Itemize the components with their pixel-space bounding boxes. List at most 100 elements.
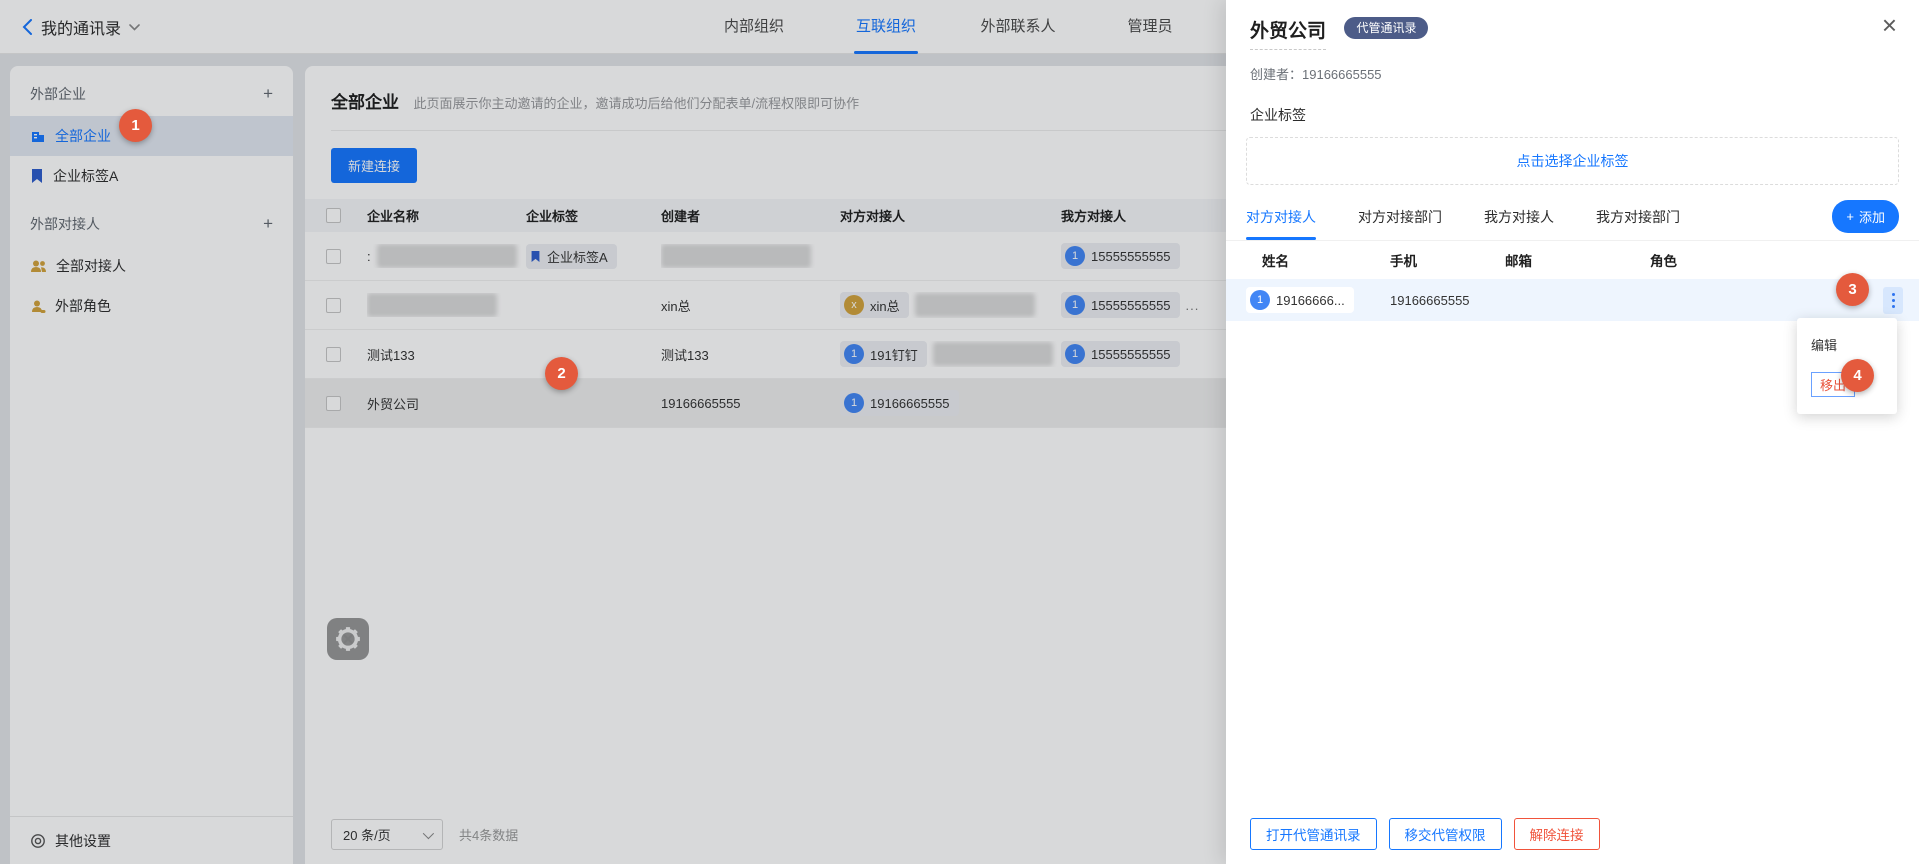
avatar: 1 — [1065, 295, 1085, 315]
our-liaison-chip: 1 15555555555 — [1061, 292, 1180, 318]
page-size-select[interactable]: 20 条/页 — [331, 819, 443, 850]
tab-external-contacts[interactable]: 外部联系人 — [952, 0, 1084, 54]
sidebar-item-label: 全部企业 — [55, 126, 111, 146]
transfer-managed-rights-button[interactable]: 移交代管权限 — [1389, 818, 1502, 850]
col-creator: 创建者 — [661, 206, 840, 225]
tab-our-department[interactable]: 我方对接部门 — [1596, 207, 1680, 240]
panel-header: 外贸公司 代管通讯录 × — [1226, 0, 1919, 50]
menu-item-edit[interactable]: 编辑 — [1797, 326, 1897, 363]
row-more-actions-button[interactable] — [1883, 287, 1903, 314]
new-connection-button[interactable]: 新建连接 — [331, 148, 417, 183]
liaison-phone: 15555555555 — [1091, 249, 1171, 264]
contact-phone: 19166665555 — [1390, 293, 1470, 308]
blurred-company-name — [367, 293, 497, 317]
tab-our-liaison[interactable]: 我方对接人 — [1484, 207, 1554, 240]
panel-title: 外贸公司 — [1250, 16, 1326, 50]
open-managed-contacts-button[interactable]: 打开代管通讯录 — [1250, 818, 1377, 850]
creator-name: xin总 — [661, 296, 691, 315]
overflow-indicator: ... — [1186, 298, 1200, 313]
contact-row[interactable]: 1 19166666... 19166665555 — [1226, 279, 1919, 321]
step-badge-2: 2 — [545, 357, 578, 390]
gear-tools-icon — [334, 625, 362, 653]
floating-settings-widget[interactable] — [327, 618, 369, 660]
sidebar-item-label: 企业标签A — [53, 166, 118, 186]
our-liaison-chip: 1 15555555555 — [1061, 243, 1180, 269]
sidebar-item-external-roles[interactable]: 外部角色 — [10, 286, 293, 326]
blurred-creator — [661, 244, 811, 268]
topbar-tabs: 内部组织 互联组织 外部联系人 管理员 — [688, 0, 1216, 54]
section-title: 外部企业 — [30, 84, 86, 104]
blurred-liaison — [915, 293, 1035, 317]
select-tag-link[interactable]: 点击选择企业标签 — [1517, 151, 1629, 171]
total-count: 共4条数据 — [459, 825, 518, 844]
tag-label: 企业标签A — [547, 247, 608, 266]
blurred-company-name — [377, 244, 517, 268]
chevron-down-icon[interactable] — [129, 24, 140, 31]
sidebar-footer-label: 其他设置 — [55, 831, 111, 851]
add-liaison-button[interactable]: + — [263, 217, 273, 231]
step-badge-1: 1 — [119, 109, 152, 142]
company-name: 测试133 — [367, 345, 415, 364]
creator-name: 19166665555 — [661, 396, 741, 411]
sidebar-item-all-liaisons[interactable]: 全部对接人 — [10, 246, 293, 286]
panel-tabs: 对方对接人 对方对接部门 我方对接人 我方对接部门 + 添加 — [1226, 207, 1919, 241]
page-title: 我的通讯录 — [41, 15, 121, 39]
their-liaison-chip: x xin总 — [840, 292, 909, 318]
chevron-down-icon — [423, 827, 434, 838]
app-root: 我的通讯录 内部组织 互联组织 外部联系人 管理员 外部企业 + 全部企业 企业… — [0, 0, 1919, 864]
avatar: 1 — [1065, 246, 1085, 266]
col-name: 姓名 — [1262, 250, 1390, 270]
back-to-contacts[interactable]: 我的通讯录 — [22, 0, 140, 54]
panel-creator: 创建者：19166665555 — [1226, 50, 1919, 83]
our-liaison-chip: 1 15555555555 — [1061, 341, 1180, 367]
section-title: 外部对接人 — [30, 214, 100, 234]
row-checkbox[interactable] — [326, 347, 341, 362]
panel-footer-buttons: 打开代管通讯录 移交代管权限 解除连接 — [1250, 818, 1600, 850]
people-icon — [30, 259, 47, 274]
add-company-button[interactable]: + — [263, 87, 273, 101]
col-company-name: 企业名称 — [367, 206, 526, 225]
blurred-liaison — [933, 342, 1053, 366]
row-checkbox[interactable] — [326, 298, 341, 313]
plus-icon: + — [1846, 209, 1854, 224]
add-contact-button[interactable]: + 添加 — [1832, 200, 1899, 233]
add-button-label: 添加 — [1859, 207, 1885, 226]
settings-icon — [30, 833, 46, 849]
sidebar-other-settings[interactable]: 其他设置 — [10, 816, 293, 864]
tag-select-area[interactable]: 点击选择企业标签 — [1246, 137, 1899, 185]
sidebar-item-company-tag-a[interactable]: 企业标签A — [10, 156, 293, 196]
tab-internal-org[interactable]: 内部组织 — [688, 0, 820, 54]
company-name: 外贸公司 — [367, 394, 419, 413]
col-their-liaison: 对方对接人 — [840, 206, 1061, 225]
company-name-prefix: : — [367, 249, 371, 264]
step-badge-3: 3 — [1836, 273, 1869, 306]
row-checkbox[interactable] — [326, 249, 341, 264]
creator-name: 测试133 — [661, 345, 709, 364]
liaison-phone: 15555555555 — [1091, 347, 1171, 362]
avatar: x — [844, 295, 864, 315]
tab-their-liaison[interactable]: 对方对接人 — [1246, 207, 1316, 240]
col-role: 角色 — [1650, 250, 1919, 270]
step-badge-4: 4 — [1841, 359, 1874, 392]
select-all-checkbox[interactable] — [326, 208, 341, 223]
contact-table-header: 姓名 手机 邮箱 角色 — [1226, 241, 1919, 279]
bookmark-icon — [30, 168, 44, 184]
col-company-tag: 企业标签 — [526, 206, 661, 225]
tab-their-department[interactable]: 对方对接部门 — [1358, 207, 1442, 240]
pagination: 20 条/页 共4条数据 — [331, 819, 518, 850]
liaison-name: 191钉钉 — [870, 345, 918, 364]
close-icon[interactable]: × — [1882, 12, 1897, 38]
managed-contacts-badge: 代管通讯录 — [1344, 17, 1428, 39]
liaison-phone: 15555555555 — [1091, 298, 1171, 313]
disconnect-button[interactable]: 解除连接 — [1514, 818, 1600, 850]
tab-admin[interactable]: 管理员 — [1084, 0, 1216, 54]
avatar: 1 — [1065, 344, 1085, 364]
sidebar-item-label: 全部对接人 — [56, 256, 126, 276]
sidebar-section-external-company: 外部企业 + — [10, 66, 293, 116]
company-tag-label: 企业标签 — [1226, 83, 1919, 125]
avatar: 1 — [844, 344, 864, 364]
avatar: 1 — [844, 393, 864, 413]
row-checkbox[interactable] — [326, 396, 341, 411]
tab-connected-org[interactable]: 互联组织 — [820, 0, 952, 54]
company-tag-chip: 企业标签A — [526, 244, 617, 269]
